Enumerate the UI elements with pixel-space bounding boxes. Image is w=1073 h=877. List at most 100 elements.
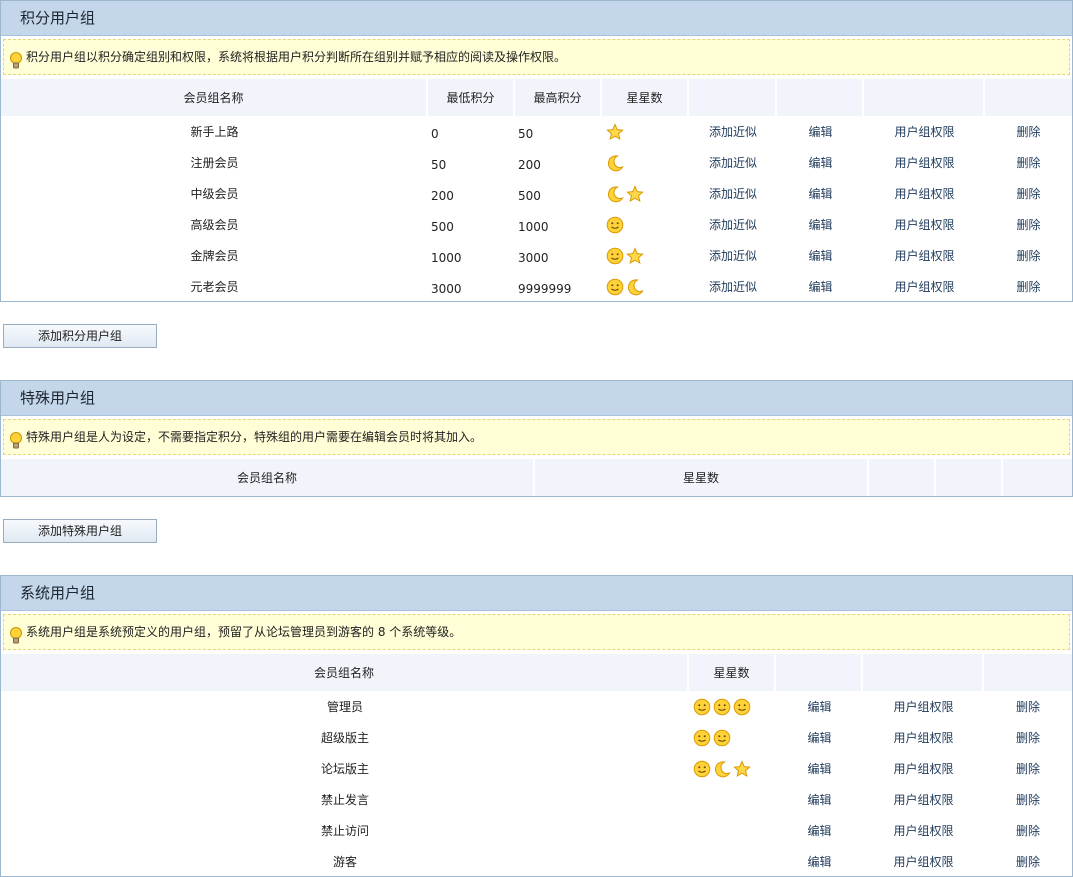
add-similar-link[interactable]: 添加近似 — [689, 147, 777, 178]
add-credit-group-button[interactable]: 添加积分用户组 — [3, 324, 157, 348]
table-row: 高级会员 500 1000 添加近似 编辑 用户组权限 删除 — [1, 209, 1072, 240]
delete-link[interactable]: 删除 — [984, 753, 1072, 784]
group-permissions-link[interactable]: 用户组权限 — [863, 784, 984, 815]
table-header-row: 会员组名称 最低积分 最高积分 星星数 — [1, 79, 1072, 116]
group-permissions-link[interactable]: 用户组权限 — [864, 209, 985, 240]
group-name: 金牌会员 — [190, 249, 239, 263]
moon-icon — [626, 278, 646, 295]
table-row: 新手上路 0 50 添加近似 编辑 用户组权限 删除 — [1, 116, 1072, 147]
group-name: 新手上路 — [190, 125, 239, 139]
group-permissions-link[interactable]: 用户组权限 — [864, 240, 985, 271]
delete-link[interactable]: 删除 — [984, 722, 1072, 753]
col-header-blank — [936, 459, 1003, 496]
max-credits: 200 — [518, 157, 541, 172]
special-groups-table: 会员组名称 星星数 — [1, 459, 1072, 496]
group-name: 禁止访问 — [320, 824, 369, 838]
col-header-name: 会员组名称 — [1, 79, 428, 116]
add-similar-link[interactable]: 添加近似 — [689, 178, 777, 209]
moon-icon — [606, 154, 626, 171]
edit-link[interactable]: 编辑 — [776, 815, 863, 846]
edit-link[interactable]: 编辑 — [776, 753, 863, 784]
group-name: 管理员 — [326, 700, 363, 714]
group-permissions-link[interactable]: 用户组权限 — [863, 846, 984, 877]
edit-link[interactable]: 编辑 — [776, 722, 863, 753]
delete-link[interactable]: 删除 — [984, 784, 1072, 815]
group-name: 游客 — [332, 855, 357, 869]
credit-groups-tip: 积分用户组以积分确定组别和权限，系统将根据用户积分判断所在组别并赋予相应的阅读及… — [3, 39, 1070, 75]
group-permissions-link[interactable]: 用户组权限 — [863, 753, 984, 784]
max-credits: 3000 — [518, 250, 549, 265]
special-groups-panel: 特殊用户组 特殊用户组是人为设定，不需要指定积分，特殊组的用户需要在编辑会员时将… — [0, 380, 1073, 497]
edit-link[interactable]: 编辑 — [777, 240, 864, 271]
edit-link[interactable]: 编辑 — [776, 691, 863, 722]
add-similar-link[interactable]: 添加近似 — [689, 116, 777, 147]
credit-groups-tip-text: 积分用户组以积分确定组别和权限，系统将根据用户积分判断所在组别并赋予相应的阅读及… — [26, 50, 567, 64]
table-row: 超级版主 编辑 用户组权限 删除 — [1, 722, 1072, 753]
add-similar-link[interactable]: 添加近似 — [689, 271, 777, 302]
col-header-blank — [863, 654, 984, 691]
delete-link[interactable]: 删除 — [985, 116, 1072, 147]
star-icon — [733, 759, 753, 777]
add-special-group-button[interactable]: 添加特殊用户组 — [3, 519, 157, 543]
system-groups-table: 会员组名称 星星数 管理员 编辑 用户组权限 删除 超级版主 编辑 用户组权限 删除 论坛版主编… — [1, 654, 1072, 877]
credit-groups-title: 积分用户组 — [1, 1, 1072, 36]
group-permissions-link[interactable]: 用户组权限 — [863, 691, 984, 722]
edit-link[interactable]: 编辑 — [777, 209, 864, 240]
delete-link[interactable]: 删除 — [985, 271, 1072, 302]
group-name: 论坛版主 — [320, 762, 369, 776]
col-header-blank — [1003, 459, 1072, 496]
delete-link[interactable]: 删除 — [984, 815, 1072, 846]
min-credits: 0 — [431, 126, 439, 141]
group-permissions-link[interactable]: 用户组权限 — [864, 147, 985, 178]
table-row: 管理员 编辑 用户组权限 删除 — [1, 691, 1072, 722]
table-row: 中级会员 200 500 添加近似 编辑 用户组权限 删除 — [1, 178, 1072, 209]
min-credits: 3000 — [431, 281, 462, 296]
stars-cell — [689, 846, 776, 877]
edit-link[interactable]: 编辑 — [777, 116, 864, 147]
edit-link[interactable]: 编辑 — [776, 784, 863, 815]
stars-cell — [602, 209, 689, 240]
sun-icon — [606, 216, 626, 233]
special-groups-tip-text: 特殊用户组是人为设定，不需要指定积分，特殊组的用户需要在编辑会员时将其加入。 — [26, 430, 483, 444]
group-permissions-link[interactable]: 用户组权限 — [863, 722, 984, 753]
delete-link[interactable]: 删除 — [985, 147, 1072, 178]
col-header-name: 会员组名称 — [1, 654, 689, 691]
add-similar-link[interactable]: 添加近似 — [689, 240, 777, 271]
col-header-blank — [777, 79, 864, 116]
system-groups-tip-text: 系统用户组是系统预定义的用户组，预留了从论坛管理员到游客的 8 个系统等级。 — [26, 625, 462, 639]
edit-link[interactable]: 编辑 — [777, 147, 864, 178]
stars-cell — [689, 753, 776, 784]
system-groups-title: 系统用户组 — [1, 576, 1072, 611]
add-similar-link[interactable]: 添加近似 — [689, 209, 777, 240]
stars-cell — [689, 722, 776, 753]
edit-link[interactable]: 编辑 — [777, 178, 864, 209]
col-header-blank — [689, 79, 777, 116]
delete-link[interactable]: 删除 — [984, 691, 1072, 722]
col-header-min: 最低积分 — [428, 79, 515, 116]
group-permissions-link[interactable]: 用户组权限 — [864, 116, 985, 147]
stars-cell — [689, 815, 776, 846]
moon-icon — [713, 760, 733, 777]
system-groups-tip: 系统用户组是系统预定义的用户组，预留了从论坛管理员到游客的 8 个系统等级。 — [3, 614, 1070, 650]
delete-link[interactable]: 删除 — [985, 209, 1072, 240]
col-header-blank — [776, 654, 863, 691]
delete-link[interactable]: 删除 — [985, 178, 1072, 209]
special-groups-title: 特殊用户组 — [1, 381, 1072, 416]
moon-icon — [606, 185, 626, 202]
sun-icon — [733, 698, 753, 715]
col-header-stars: 星星数 — [689, 654, 776, 691]
max-credits: 50 — [518, 126, 534, 141]
lightbulb-icon — [9, 429, 23, 449]
sun-icon — [606, 247, 626, 264]
edit-link[interactable]: 编辑 — [777, 271, 864, 302]
group-permissions-link[interactable]: 用户组权限 — [864, 178, 985, 209]
group-permissions-link[interactable]: 用户组权限 — [863, 815, 984, 846]
edit-link[interactable]: 编辑 — [776, 846, 863, 877]
group-permissions-link[interactable]: 用户组权限 — [864, 271, 985, 302]
group-name: 高级会员 — [190, 218, 239, 232]
delete-link[interactable]: 删除 — [985, 240, 1072, 271]
col-header-stars: 星星数 — [602, 79, 689, 116]
col-header-name: 会员组名称 — [1, 459, 535, 496]
delete-link[interactable]: 删除 — [984, 846, 1072, 877]
group-name: 注册会员 — [190, 156, 239, 170]
